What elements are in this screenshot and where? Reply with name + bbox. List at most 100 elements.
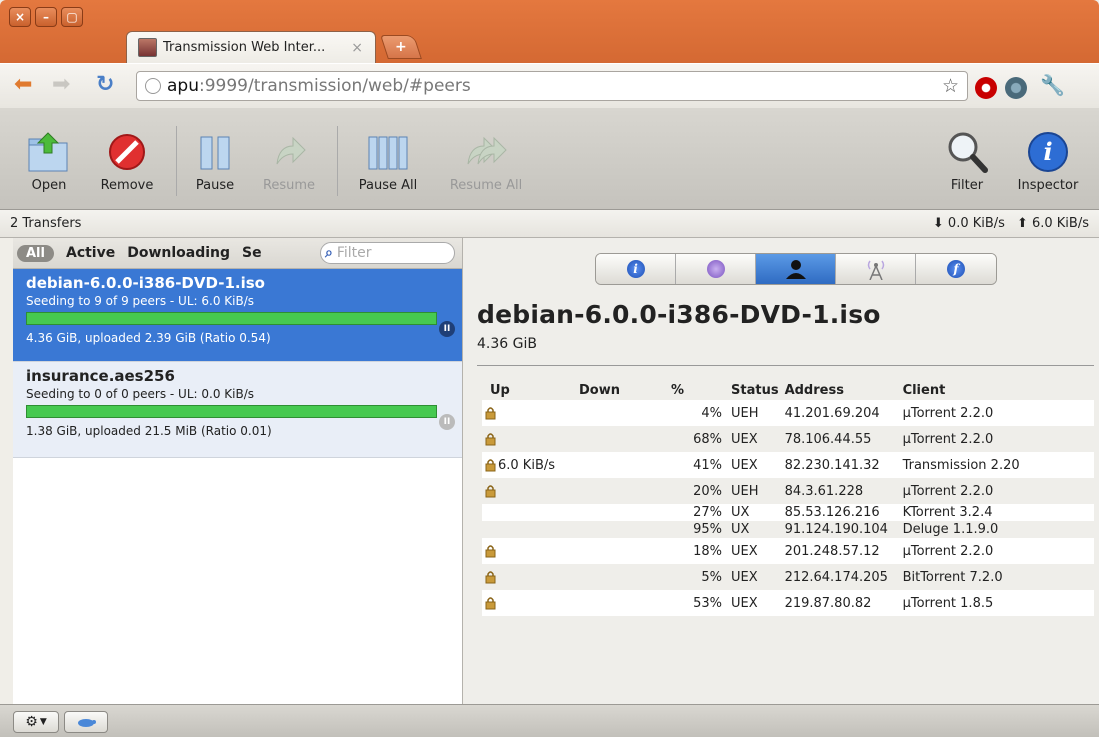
- turtle-icon: [78, 719, 96, 727]
- tab-peers[interactable]: [756, 254, 836, 284]
- address-bar[interactable]: apu:9999/transmission/web/#peers ☆: [136, 71, 968, 101]
- peer-row: 20% UEH 84.3.61.228 µTorrent 2.2.0: [482, 478, 1094, 504]
- bookmark-star-icon[interactable]: ☆: [942, 75, 959, 97]
- wrench-icon[interactable]: 🔧: [1040, 73, 1065, 97]
- pause-button[interactable]: Pause: [188, 108, 242, 210]
- filter-all[interactable]: All: [17, 244, 54, 262]
- peer-row: 53% UEX 219.87.80.82 µTorrent 1.8.5: [482, 590, 1094, 616]
- inspector-tabs: i f: [595, 253, 997, 285]
- peer-percent: 53%: [668, 590, 728, 616]
- peer-down: [576, 521, 668, 538]
- speed-limit-button[interactable]: [64, 711, 108, 733]
- resume-all-icon: [464, 130, 508, 174]
- peer-client: KTorrent 3.2.4: [899, 504, 1094, 521]
- new-tab-button[interactable]: +: [380, 35, 422, 59]
- tab-activity[interactable]: [676, 254, 756, 284]
- peer-down: [576, 400, 668, 426]
- peer-down: [576, 564, 668, 590]
- torrent-row[interactable]: debian-6.0.0-i386-DVD-1.iso Seeding to 9…: [13, 269, 462, 362]
- tab-files[interactable]: f: [916, 254, 996, 284]
- transfer-count: 2 Transfers: [10, 216, 82, 231]
- peer-address: 84.3.61.228: [784, 483, 864, 499]
- peer-percent: 20%: [693, 483, 722, 499]
- tab-trackers[interactable]: [836, 254, 916, 284]
- open-button[interactable]: Open: [24, 108, 74, 210]
- torrent-peer-status: Seeding to 9 of 9 peers - UL: 6.0 KiB/s: [26, 294, 254, 308]
- torrent-peer-status: Seeding to 0 of 0 peers - UL: 0.0 KiB/s: [26, 387, 254, 401]
- browser-tab[interactable]: Transmission Web Inter... ×: [126, 31, 376, 63]
- peer-address: 201.248.57.12: [781, 538, 900, 564]
- col-up[interactable]: Up: [482, 381, 576, 400]
- peer-status: UEX: [728, 590, 782, 616]
- col-client[interactable]: Client: [900, 381, 1094, 400]
- tab-info[interactable]: i: [596, 254, 676, 284]
- filter-seeding[interactable]: Se: [242, 245, 262, 261]
- gear-icon: ⚙: [25, 714, 38, 730]
- col-status[interactable]: Status: [728, 381, 782, 400]
- peer-up: 6.0 KiB/s: [498, 457, 556, 473]
- pause-all-icon: [367, 130, 409, 174]
- forward-arrow-icon[interactable]: ➡: [52, 74, 70, 96]
- magnifier-icon: [945, 130, 989, 174]
- lock-icon: [485, 596, 496, 610]
- col-down[interactable]: Down: [576, 381, 668, 400]
- filter-button[interactable]: Filter: [942, 108, 992, 210]
- extension-icon[interactable]: [1005, 77, 1027, 99]
- window-maximize-button[interactable]: ▢: [61, 7, 83, 27]
- peer-row: 27% UX 85.53.126.216 KTorrent 3.2.4: [482, 504, 1094, 521]
- torrent-row[interactable]: insurance.aes256 Seeding to 0 of 0 peers…: [13, 362, 462, 458]
- filter-search-input[interactable]: ⌕ Filter: [320, 242, 455, 264]
- pause-label: Pause: [195, 178, 235, 193]
- app-toolbar: Open Remove Pause Resume Pause All Resum…: [0, 108, 1099, 210]
- peer-status: UEX: [731, 569, 758, 585]
- tab-close-icon[interactable]: ×: [351, 40, 363, 56]
- peer-percent: 5%: [701, 569, 722, 585]
- peer-address: 91.124.190.104: [784, 522, 888, 537]
- peer-percent: 4%: [668, 400, 728, 426]
- filter-label: Filter: [950, 178, 984, 193]
- reload-icon[interactable]: ↻: [96, 74, 114, 96]
- pause-torrent-icon[interactable]: II: [439, 414, 455, 430]
- divider: [477, 365, 1094, 366]
- lock-icon: [485, 406, 496, 420]
- download-speed: ⬇ 0.0 KiB/s: [932, 216, 1005, 231]
- open-folder-icon: [27, 130, 71, 174]
- settings-menu-button[interactable]: ⚙ ▼: [13, 711, 59, 733]
- window-close-button[interactable]: ×: [9, 7, 31, 27]
- pause-torrent-icon[interactable]: II: [439, 321, 455, 337]
- url-host: apu: [167, 76, 199, 96]
- lock-icon: [485, 432, 496, 446]
- resume-all-label: Resume All: [449, 178, 523, 193]
- peer-down: [576, 452, 668, 478]
- toolbar-divider: [176, 126, 177, 196]
- filter-active[interactable]: Active: [66, 245, 115, 261]
- peer-status: UEX: [731, 431, 758, 447]
- peer-status: UX: [728, 504, 782, 521]
- peer-down: [576, 426, 668, 452]
- peer-address: 41.201.69.204: [781, 400, 900, 426]
- torrent-name: insurance.aes256: [26, 367, 175, 385]
- col-percent[interactable]: %: [668, 381, 728, 400]
- torrent-list-pane: All Active Downloading Se ⌕ Filter debia…: [13, 238, 463, 704]
- resume-all-button[interactable]: Resume All: [440, 108, 532, 210]
- inspector-button[interactable]: i Inspector: [1006, 108, 1090, 210]
- remove-button[interactable]: Remove: [92, 108, 162, 210]
- peer-down: [576, 504, 668, 521]
- adblock-extension-icon[interactable]: [975, 77, 997, 99]
- browser-toolbar: ⬅ ➡ ↻ apu:9999/transmission/web/#peers ☆…: [0, 63, 1099, 108]
- peer-client: µTorrent 2.2.0: [902, 483, 994, 499]
- resume-button[interactable]: Resume: [256, 108, 322, 210]
- resume-label: Resume: [262, 178, 316, 193]
- peer-percent: 27%: [668, 504, 728, 521]
- search-icon: ⌕: [325, 245, 333, 261]
- pause-all-button[interactable]: Pause All: [350, 108, 426, 210]
- col-address[interactable]: Address: [782, 381, 900, 400]
- peer-status: UEX: [728, 452, 782, 478]
- info-icon: i: [626, 260, 645, 278]
- back-arrow-icon[interactable]: ⬅: [14, 74, 32, 96]
- peer-status: UX: [731, 522, 750, 537]
- window-minimize-button[interactable]: –: [35, 7, 57, 27]
- filter-downloading[interactable]: Downloading: [127, 245, 230, 261]
- window-controls: × – ▢: [9, 7, 83, 27]
- torrent-name: debian-6.0.0-i386-DVD-1.iso: [26, 274, 265, 292]
